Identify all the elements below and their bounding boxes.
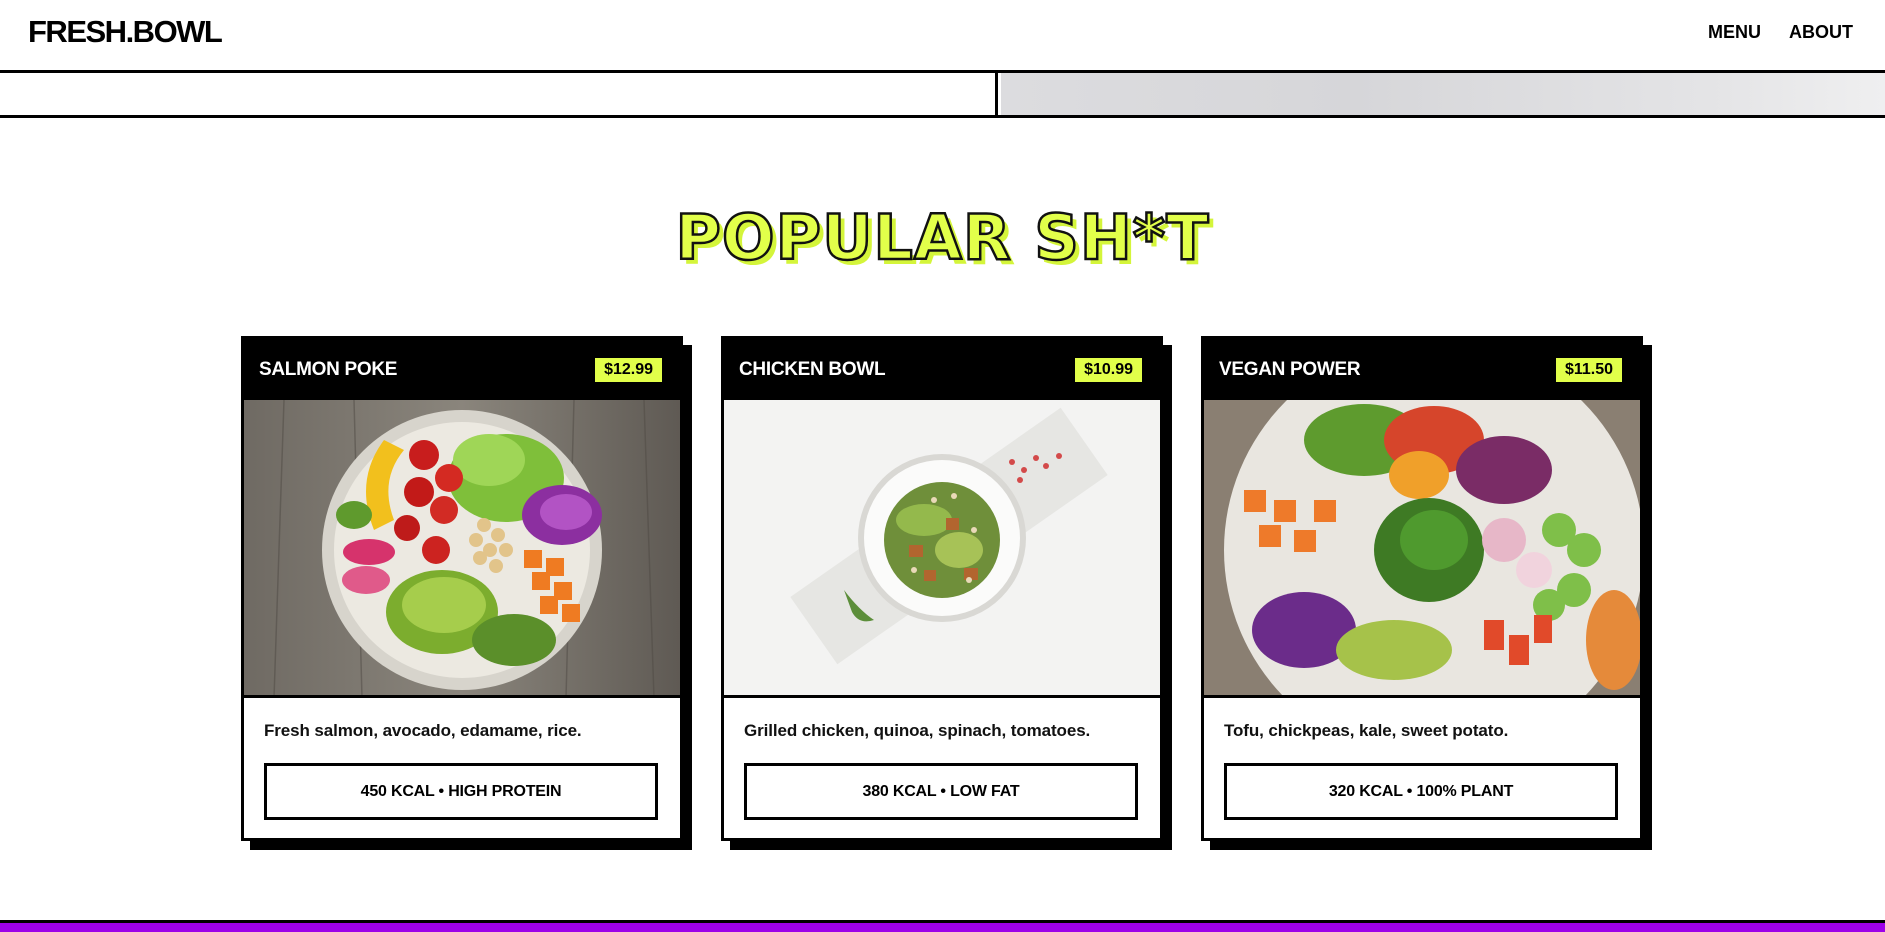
card-description: Fresh salmon, avocado, edamame, rice. [264,721,582,740]
nutrition-tag: 320 KCAL • 100% PLANT [1224,763,1618,820]
chicken-bowl-photo [724,400,1160,698]
nav-about-link[interactable]: ABOUT [1789,20,1853,44]
site-logo[interactable]: FRESH.BOWL [28,14,223,50]
card-description: Grilled chicken, quinoa, spinach, tomato… [744,721,1091,740]
salmon-poke-bowl-photo [244,400,680,698]
hero-strip [0,73,1885,118]
menu-card-vegan-power[interactable]: VEGAN POWER $11.50 Tofu, chickpeas, kale… [1201,336,1643,841]
nutrition-tag: 380 KCAL • LOW FAT [744,763,1138,820]
card-title: SALMON POKE [259,359,398,380]
footer-accent-bar [0,920,1885,932]
card-title: CHICKEN BOWL [739,359,886,380]
nav-menu-link[interactable]: MENU [1708,20,1761,44]
menu-card-chicken-bowl[interactable]: CHICKEN BOWL $10.99 Grilled chicken, qui… [721,336,1163,841]
price-badge: $10.99 [1073,356,1144,384]
section-title: POPULAR SH*T [674,200,1210,276]
hero-strip-image [1001,73,1885,115]
main-nav: MENU ABOUT [1708,20,1853,44]
card-header: SALMON POKE $12.99 [244,339,680,400]
menu-card-salmon-poke[interactable]: SALMON POKE $12.99 Fresh salmon, avocado… [241,336,683,841]
price-badge: $11.50 [1553,356,1624,384]
site-header: FRESH.BOWL MENU ABOUT [0,0,1885,73]
card-title: VEGAN POWER [1219,359,1361,380]
nutrition-tag: 450 KCAL • HIGH PROTEIN [264,763,658,820]
price-badge: $12.99 [593,356,664,384]
vegan-power-bowl-photo [1204,400,1640,698]
card-header: CHICKEN BOWL $10.99 [724,339,1160,400]
card-header: VEGAN POWER $11.50 [1204,339,1640,400]
card-description: Tofu, chickpeas, kale, sweet potato. [1224,721,1509,740]
menu-cards: SALMON POKE $12.99 Fresh salmon, avocado… [241,336,1645,846]
hero-strip-left-panel [0,73,998,115]
